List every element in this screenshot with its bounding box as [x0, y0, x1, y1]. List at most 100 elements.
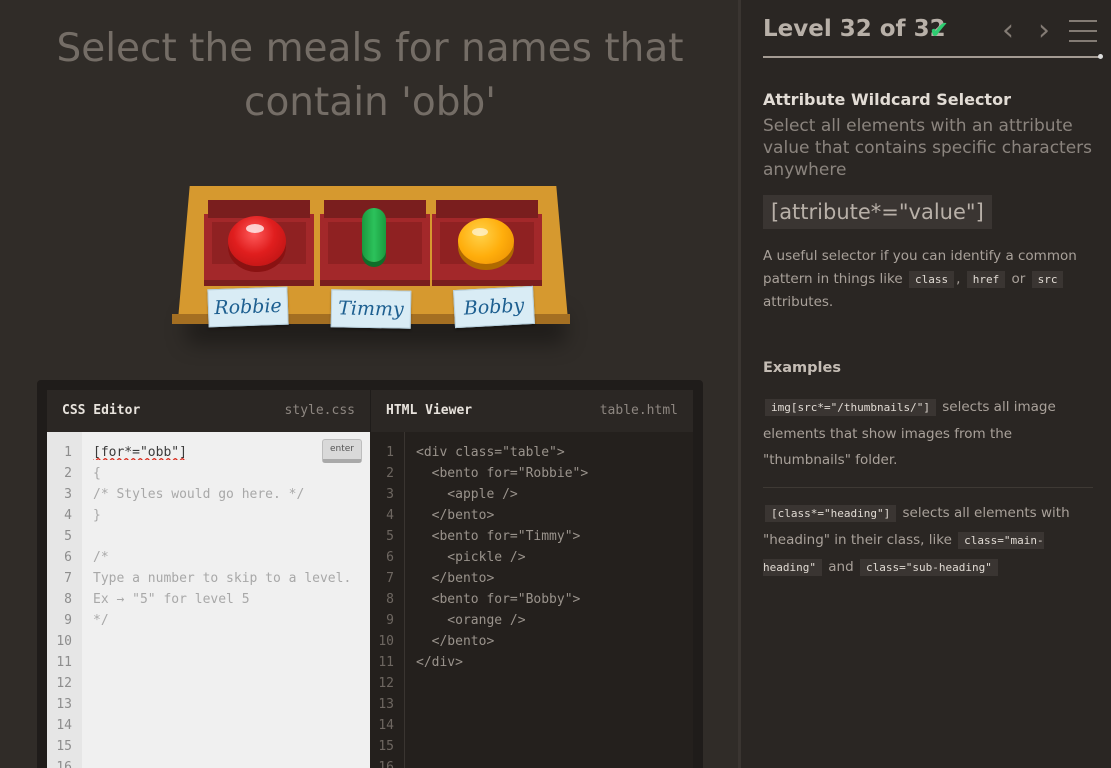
hint-text: or — [1011, 271, 1026, 287]
hint-code: src — [1031, 271, 1064, 288]
line-number: 2 — [386, 466, 394, 481]
selector-name: Attribute Wildcard Selector — [763, 90, 1011, 109]
line-number: 16 — [56, 760, 72, 768]
example-item: img[src*="/thumbnails/"] selects all ima… — [763, 394, 1093, 473]
line-number: 11 — [378, 655, 394, 670]
dining-table: Robbie Timmy Bobby — [168, 186, 570, 356]
line-number: 16 — [378, 760, 394, 768]
pickle-icon[interactable] — [362, 208, 386, 262]
markup-line[interactable]: <apple /> — [416, 484, 693, 505]
line-number: 8 — [386, 592, 394, 607]
css-editor-title: CSS Editor — [62, 403, 141, 418]
menu-icon[interactable] — [1069, 20, 1097, 44]
code-line: } — [93, 508, 101, 523]
code-line: Ex → "5" for level 5 — [93, 592, 250, 607]
example-text: and — [828, 559, 854, 575]
markup-line[interactable]: </bento> — [416, 568, 693, 589]
code-line: /* Styles would go here. */ — [93, 487, 305, 502]
markup-line[interactable]: </bento> — [416, 505, 693, 526]
html-viewer-body: <div class="table"> <bento for="Robbie">… — [405, 432, 693, 768]
level-instruction: Select the meals for names that contain … — [20, 22, 720, 130]
html-viewer-title: HTML Viewer — [386, 403, 473, 418]
line-number: 15 — [56, 739, 72, 754]
line-number: 9 — [64, 613, 72, 628]
markup-line[interactable]: <div class="table"> — [416, 442, 693, 463]
html-line-numbers: 1 2 3 4 5 6 7 8 9 10 11 12 13 14 15 16 — [370, 432, 405, 768]
hint-code: class — [908, 271, 955, 288]
hint-text: attributes. — [763, 294, 834, 310]
line-number: 13 — [56, 697, 72, 712]
markup-line[interactable]: <bento for="Robbie"> — [416, 463, 693, 484]
level-title: Level 32 of 32 — [763, 16, 946, 42]
bento-timmy[interactable] — [320, 200, 430, 290]
line-number: 9 — [386, 613, 394, 628]
code-editor: CSS Editor style.css HTML Viewer table.h… — [37, 380, 703, 768]
css-editor-header: CSS Editor style.css — [47, 390, 370, 432]
selector-syntax: [attribute*="value"] — [763, 195, 992, 229]
bento-bobby[interactable] — [432, 200, 542, 290]
selector-description: Select all elements with an attribute va… — [763, 116, 1093, 180]
line-number: 10 — [378, 634, 394, 649]
line-number: 6 — [64, 550, 72, 565]
example-code: [class*="heading"] — [765, 505, 897, 522]
bento-lid — [436, 200, 538, 218]
markup-line[interactable]: <bento for="Timmy"> — [416, 526, 693, 547]
divider — [763, 487, 1093, 488]
line-number: 4 — [386, 508, 394, 523]
line-number: 14 — [56, 718, 72, 733]
chevron-left-icon[interactable]: ‹ — [997, 16, 1019, 48]
example-code: img[src*="/thumbnails/"] — [765, 399, 936, 416]
game-area: Select the meals for names that contain … — [0, 0, 730, 768]
css-selector-input[interactable] — [93, 442, 313, 463]
line-number: 1 — [64, 445, 72, 460]
line-number: 5 — [64, 529, 72, 544]
line-number: 12 — [378, 676, 394, 691]
instruction-line-1: Select the meals for names that — [56, 26, 684, 71]
hint-code: href — [966, 271, 1006, 288]
css-line-numbers: 1 2 3 4 5 6 7 8 9 10 11 12 13 14 15 16 — [47, 432, 82, 768]
line-number: 4 — [64, 508, 72, 523]
example-item: [class*="heading"] selects all elements … — [763, 500, 1093, 581]
line-number: 8 — [64, 592, 72, 607]
line-number: 3 — [64, 487, 72, 502]
line-number: 3 — [386, 487, 394, 502]
examples-heading: Examples — [763, 360, 841, 376]
css-editor-filename: style.css — [284, 403, 355, 418]
line-number: 12 — [56, 676, 72, 691]
level-header: Level 32 of 32 ✔ ‹ › — [763, 16, 1101, 56]
name-tag-timmy: Timmy — [330, 289, 412, 329]
line-number: 14 — [378, 718, 394, 733]
example-code: class="sub-heading" — [859, 559, 998, 576]
name-tag-robbie: Robbie — [207, 286, 289, 328]
line-number: 5 — [386, 529, 394, 544]
markup-line[interactable]: </div> — [416, 652, 693, 673]
markup-line[interactable]: <bento for="Bobby"> — [416, 589, 693, 610]
enter-button[interactable]: enter — [322, 439, 362, 463]
check-icon: ✔ — [929, 16, 950, 44]
html-viewer-filename: table.html — [599, 403, 678, 418]
selector-hint: A useful selector if you can identify a … — [763, 245, 1093, 314]
name-tag-bobby: Bobby — [453, 285, 535, 329]
css-editor-body[interactable]: { /* Styles would go here. */ } /* Type … — [82, 432, 370, 768]
apple-icon[interactable] — [228, 216, 286, 266]
html-viewer-header: HTML Viewer table.html — [370, 390, 693, 432]
line-number: 11 — [56, 655, 72, 670]
orange-icon[interactable] — [458, 218, 514, 264]
level-description: Attribute Wildcard Selector Select all e… — [763, 90, 1093, 581]
markup-line[interactable]: <orange /> — [416, 610, 693, 631]
line-number: 1 — [386, 445, 394, 460]
code-line: /* — [93, 550, 109, 565]
bento-robbie[interactable] — [204, 200, 314, 290]
chevron-right-icon[interactable]: › — [1033, 16, 1055, 48]
line-number: 7 — [386, 571, 394, 586]
line-number: 2 — [64, 466, 72, 481]
markup-line[interactable]: </bento> — [416, 631, 693, 652]
progress-fill — [763, 56, 1101, 58]
line-number: 10 — [56, 634, 72, 649]
level-progress-bar — [763, 54, 1103, 59]
code-line: */ — [93, 613, 109, 628]
progress-marker — [1098, 54, 1103, 59]
markup-line[interactable]: <pickle /> — [416, 547, 693, 568]
code-line: Type a number to skip to a level. — [93, 571, 352, 586]
